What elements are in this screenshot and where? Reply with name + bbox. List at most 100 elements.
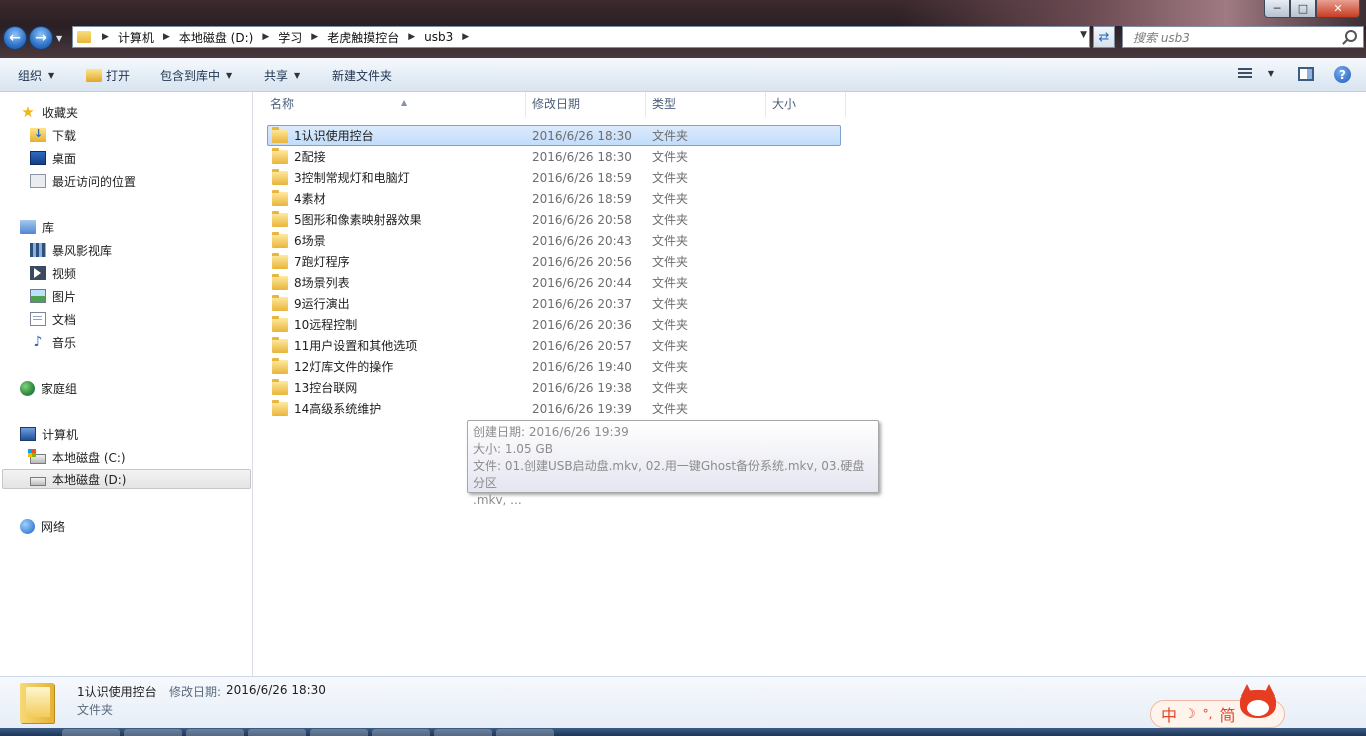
folder-icon xyxy=(272,147,288,164)
recent-pages-chevron-icon[interactable]: ▼ xyxy=(56,34,62,43)
nav-label: 库 xyxy=(42,220,55,235)
file-row[interactable]: 7跑灯程序 2016/6/26 20:56 文件夹 xyxy=(268,251,842,272)
column-header-name[interactable]: 名称 ▲ xyxy=(264,92,526,117)
dropdown-arrow-icon: ▼ xyxy=(48,71,55,80)
nav-drive-c[interactable]: 本地磁盘 (C:) xyxy=(28,447,126,467)
file-row[interactable]: 10远程控制 2016/6/26 20:36 文件夹 xyxy=(268,314,842,335)
fox-mascot-icon[interactable] xyxy=(1238,684,1278,720)
nav-storm-library[interactable]: 暴风影视库 xyxy=(30,240,112,260)
file-date: 2016/6/26 19:39 xyxy=(532,401,632,416)
nav-computer[interactable]: 计算机 xyxy=(20,424,78,444)
taskbar-button[interactable] xyxy=(372,729,430,736)
chevron-right-icon[interactable]: ▶ xyxy=(457,32,474,42)
taskbar-button[interactable] xyxy=(124,729,182,736)
nav-videos[interactable]: 视频 xyxy=(30,263,76,283)
open-folder-icon xyxy=(86,69,102,82)
breadcrumb-drive-d[interactable]: 本地磁盘 (D:) xyxy=(175,29,257,46)
file-row[interactable]: 8场景列表 2016/6/26 20:44 文件夹 xyxy=(268,272,842,293)
column-header-size[interactable]: 大小 xyxy=(766,92,846,117)
search-input[interactable]: 搜索 usb3 xyxy=(1122,26,1364,48)
nav-label: 视频 xyxy=(52,266,77,281)
maximize-button[interactable]: □ xyxy=(1290,0,1316,18)
file-row[interactable]: 14高级系统维护 2016/6/26 19:39 文件夹 xyxy=(268,398,842,419)
taskbar-button[interactable] xyxy=(62,729,120,736)
file-type: 文件夹 xyxy=(652,171,689,185)
file-date: 2016/6/26 20:36 xyxy=(532,317,632,332)
file-row[interactable]: 5图形和像素映射器效果 2016/6/26 20:58 文件夹 xyxy=(268,209,842,230)
include-in-library-button[interactable]: 包含到库中 ▼ xyxy=(160,67,232,84)
chevron-right-icon[interactable]: ▶ xyxy=(97,32,114,42)
organize-button[interactable]: 组织 ▼ xyxy=(18,67,54,84)
ime-punctuation-toggle[interactable]: °, xyxy=(1203,707,1213,721)
file-row[interactable]: 13控台联网 2016/6/26 19:38 文件夹 xyxy=(268,377,842,398)
nav-music[interactable]: ♪ 音乐 xyxy=(30,332,76,352)
taskbar-button[interactable] xyxy=(248,729,306,736)
back-button[interactable]: ← xyxy=(3,26,27,50)
file-row[interactable]: 2配接 2016/6/26 18:30 文件夹 xyxy=(268,146,842,167)
file-row[interactable]: 3控制常规灯和电脑灯 2016/6/26 18:59 文件夹 xyxy=(268,167,842,188)
nav-drive-d[interactable]: 本地磁盘 (D:) xyxy=(2,469,251,489)
taskbar-button[interactable] xyxy=(186,729,244,736)
film-icon xyxy=(30,243,46,257)
search-icon[interactable] xyxy=(1345,30,1357,42)
file-row[interactable]: 11用户设置和其他选项 2016/6/26 20:57 文件夹 xyxy=(268,335,842,356)
address-bar[interactable]: ▶ 计算机 ▶ 本地磁盘 (D:) ▶ 学习 ▶ 老虎触摸控台 ▶ usb3 ▶… xyxy=(72,26,1090,48)
ime-script-toggle[interactable]: 简 xyxy=(1220,702,1236,726)
column-header-date[interactable]: 修改日期 xyxy=(526,92,646,117)
breadcrumb-usb3[interactable]: usb3 xyxy=(420,30,457,44)
file-date: 2016/6/26 20:37 xyxy=(532,296,632,311)
chevron-right-icon[interactable]: ▶ xyxy=(403,32,420,42)
ime-moon-icon[interactable]: ☽ xyxy=(1184,707,1196,722)
refresh-icon: ⇄ xyxy=(1098,29,1110,45)
chevron-right-icon[interactable]: ▶ xyxy=(257,32,274,42)
file-list: 名称 ▲ 修改日期 类型 大小 1认识使用控台 2016/6/26 18:30 文件… xyxy=(254,92,1366,676)
tooltip-size: 大小: 1.05 GB xyxy=(473,442,553,456)
new-folder-label: 新建文件夹 xyxy=(332,69,393,83)
open-button[interactable]: 打开 xyxy=(86,67,130,84)
chevron-right-icon[interactable]: ▶ xyxy=(158,32,175,42)
nav-favorites[interactable]: ★ 收藏夹 xyxy=(20,102,78,122)
file-type: 文件夹 xyxy=(652,129,689,143)
address-dropdown-icon[interactable]: ▼ xyxy=(1080,30,1087,40)
file-name: 13控台联网 xyxy=(294,381,358,395)
minimize-button[interactable]: ─ xyxy=(1264,0,1290,18)
file-name: 10远程控制 xyxy=(294,318,358,332)
file-row[interactable]: 6场景 2016/6/26 20:43 文件夹 xyxy=(268,230,842,251)
system-drive-icon xyxy=(28,448,46,464)
share-button[interactable]: 共享 ▼ xyxy=(264,67,300,84)
refresh-button[interactable]: ⇄ xyxy=(1093,26,1115,48)
nav-homegroup[interactable]: 家庭组 xyxy=(20,378,77,398)
file-row[interactable]: 9运行演出 2016/6/26 20:37 文件夹 xyxy=(268,293,842,314)
breadcrumb-computer[interactable]: 计算机 xyxy=(114,29,158,46)
new-folder-button[interactable]: 新建文件夹 xyxy=(332,67,392,84)
taskbar-button[interactable] xyxy=(496,729,554,736)
change-view-button[interactable]: ▼ xyxy=(1237,68,1274,79)
ime-mode-toggle[interactable]: 中 xyxy=(1161,702,1177,726)
nav-pictures[interactable]: 图片 xyxy=(30,286,76,306)
file-row[interactable]: 1认识使用控台 2016/6/26 18:30 文件夹 xyxy=(267,125,841,146)
file-row[interactable]: 4素材 2016/6/26 18:59 文件夹 xyxy=(268,188,842,209)
folder-icon xyxy=(272,189,288,206)
details-date: 2016/6/26 18:30 xyxy=(226,683,326,697)
nav-network[interactable]: 网络 xyxy=(20,516,65,536)
column-label: 修改日期 xyxy=(532,97,581,111)
nav-desktop[interactable]: 桌面 xyxy=(30,148,76,168)
taskbar-button[interactable] xyxy=(310,729,368,736)
forward-button[interactable]: → xyxy=(29,26,53,50)
chevron-right-icon[interactable]: ▶ xyxy=(306,32,323,42)
nav-documents[interactable]: 文档 xyxy=(30,309,76,329)
dropdown-arrow-icon: ▼ xyxy=(226,71,233,80)
column-header-type[interactable]: 类型 xyxy=(646,92,766,117)
breadcrumb-study[interactable]: 学习 xyxy=(274,29,306,46)
nav-libraries[interactable]: 库 xyxy=(20,217,54,237)
preview-pane-icon[interactable] xyxy=(1298,67,1314,81)
file-row[interactable]: 12灯库文件的操作 2016/6/26 19:40 文件夹 xyxy=(268,356,842,377)
column-label: 类型 xyxy=(652,97,677,111)
nav-label: 收藏夹 xyxy=(42,105,79,120)
nav-recent-places[interactable]: 最近访问的位置 xyxy=(30,171,136,191)
taskbar-button[interactable] xyxy=(434,729,492,736)
breadcrumb-tiger-console[interactable]: 老虎触摸控台 xyxy=(323,29,403,46)
help-icon[interactable]: ? xyxy=(1334,66,1351,83)
nav-downloads[interactable]: 下载 xyxy=(30,125,76,145)
close-button[interactable]: ✕ xyxy=(1316,0,1360,18)
